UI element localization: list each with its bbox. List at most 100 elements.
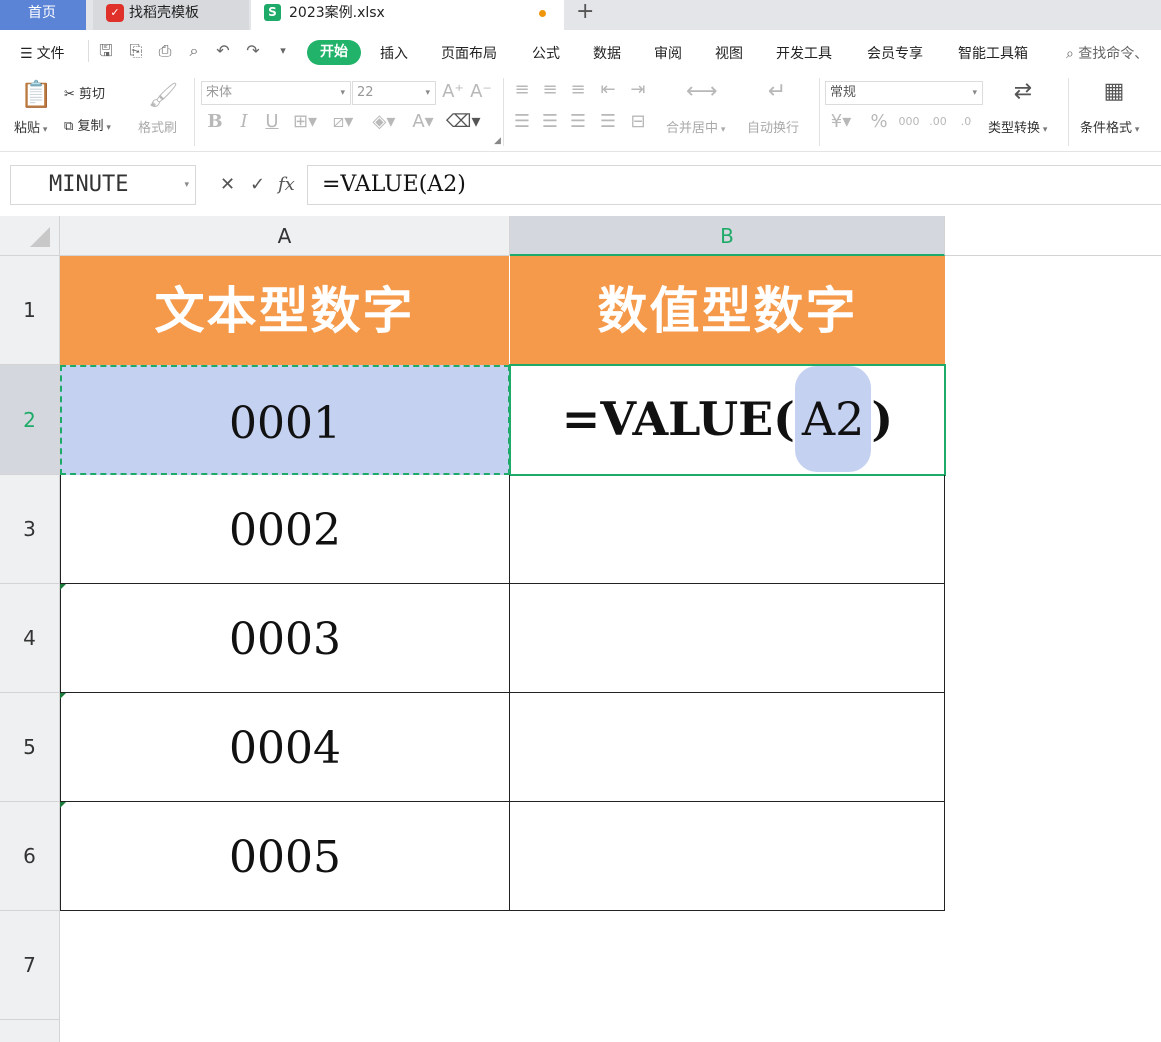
select-all-corner[interactable]: [0, 216, 60, 256]
font-dialog-launcher-icon[interactable]: ◢: [494, 136, 501, 146]
name-box[interactable]: MINUTE ▾: [10, 165, 196, 205]
column-header-a[interactable]: A: [60, 216, 510, 256]
thousands-icon[interactable]: 000: [896, 112, 922, 132]
menu-file[interactable]: ☰ 文件: [20, 43, 65, 63]
cell-a6[interactable]: 0005: [60, 802, 510, 911]
fill-color-icon[interactable]: ◈▾: [368, 112, 400, 132]
formula-prefix: =VALUE(: [561, 392, 795, 446]
decrease-indent-icon[interactable]: ⇤: [598, 80, 618, 100]
cancel-formula-icon[interactable]: ✕: [220, 174, 235, 195]
new-tab-button[interactable]: +: [576, 0, 594, 25]
increase-font-icon[interactable]: A⁺: [442, 82, 464, 102]
cell-a2[interactable]: 0001: [60, 365, 510, 475]
copy-button[interactable]: ⧉ 复制 ▾: [64, 115, 111, 134]
menu-insert[interactable]: 插入: [380, 43, 408, 63]
menu-formulas[interactable]: 公式: [532, 43, 560, 63]
align-top-icon[interactable]: ≡: [512, 80, 532, 100]
bold-icon[interactable]: B: [205, 112, 225, 132]
row-header-3[interactable]: 3: [0, 475, 60, 584]
tab-workbook[interactable]: S 2023案例.xlsx: [251, 0, 564, 30]
justify-icon[interactable]: ☰: [598, 112, 618, 132]
confirm-formula-icon[interactable]: ✓: [250, 174, 265, 195]
print-icon[interactable]: ⎙: [156, 42, 174, 60]
conditional-format-button[interactable]: 条件格式 ▾: [1080, 117, 1139, 136]
row-header-4[interactable]: 4: [0, 584, 60, 693]
format-painter-icon[interactable]: 🖌: [148, 80, 178, 110]
menu-developer[interactable]: 开发工具: [776, 43, 832, 63]
cut-button[interactable]: ✂ 剪切: [64, 83, 105, 102]
font-name-select[interactable]: 宋体 ▾: [201, 81, 351, 105]
cell-b1[interactable]: 数值型数字: [510, 256, 945, 365]
menu-smart-toolbox[interactable]: 智能工具箱: [958, 43, 1028, 63]
eraser-icon[interactable]: ⌫▾: [446, 112, 481, 132]
more-dropdown-icon[interactable]: ▾: [274, 42, 292, 60]
decrease-font-icon[interactable]: A⁻: [470, 82, 492, 102]
row-header-1[interactable]: 1: [0, 256, 60, 365]
menu-page-layout[interactable]: 页面布局: [441, 43, 497, 63]
undo-icon[interactable]: ↶: [214, 42, 232, 60]
currency-icon[interactable]: ¥▾: [830, 112, 852, 132]
paste-icon[interactable]: 📋: [20, 80, 52, 110]
underline-icon[interactable]: U: [262, 112, 282, 132]
text-number-indicator-icon[interactable]: [60, 584, 66, 590]
cell-a3[interactable]: 0002: [60, 475, 510, 584]
insert-function-icon[interactable]: fx: [278, 174, 295, 195]
conditional-format-icon[interactable]: ▦: [1100, 81, 1128, 103]
tab-template[interactable]: ✓ 找稻壳模板: [93, 0, 249, 30]
command-search[interactable]: ⌕ 查找命令、: [1066, 43, 1148, 63]
cell-a4[interactable]: 0003: [60, 584, 510, 693]
formula-input[interactable]: =VALUE(A2): [307, 165, 1161, 205]
cell-b2[interactable]: =VALUE(A2): [509, 364, 946, 476]
menu-member[interactable]: 会员专享: [867, 43, 923, 63]
borders-icon[interactable]: ⊞▾: [290, 112, 320, 132]
align-center-icon[interactable]: ☰: [540, 112, 560, 132]
menu-view[interactable]: 视图: [715, 43, 743, 63]
redo-icon[interactable]: ↷: [244, 42, 262, 60]
italic-icon[interactable]: I: [234, 112, 254, 132]
type-convert-icon[interactable]: ⇄: [1010, 81, 1036, 103]
row-header-2[interactable]: 2: [0, 365, 60, 475]
diagonal-border-icon[interactable]: ⧄▾: [328, 112, 358, 132]
row-header-5[interactable]: 5: [0, 693, 60, 802]
decrease-decimal-icon[interactable]: .0: [954, 112, 978, 132]
cell-reference-chip[interactable]: A2: [794, 366, 872, 472]
menu-data[interactable]: 数据: [593, 43, 621, 63]
column-header-b[interactable]: B: [510, 216, 945, 256]
row-header-7[interactable]: 7: [0, 911, 60, 1020]
font-color-icon[interactable]: A▾: [408, 112, 438, 132]
cell-b6[interactable]: [510, 802, 945, 911]
row-header-8[interactable]: [0, 1020, 60, 1042]
increase-decimal-icon[interactable]: .00: [926, 112, 950, 132]
align-middle-icon[interactable]: ≡: [540, 80, 560, 100]
paste-label: 粘贴: [14, 121, 41, 136]
save-icon[interactable]: 🖫: [97, 42, 115, 60]
cell-b3[interactable]: [510, 475, 945, 584]
cell-a5[interactable]: 0004: [60, 693, 510, 802]
percent-icon[interactable]: %: [868, 112, 890, 132]
row-header-6[interactable]: 6: [0, 802, 60, 911]
merge-center-button[interactable]: 合并居中 ▾: [666, 117, 725, 136]
menu-review[interactable]: 审阅: [654, 43, 682, 63]
merge-center-icon[interactable]: ⟷: [686, 81, 718, 103]
text-number-indicator-icon[interactable]: [60, 693, 66, 699]
type-convert-button[interactable]: 类型转换 ▾: [988, 117, 1047, 136]
number-format-select[interactable]: 常规 ▾: [825, 81, 983, 105]
paste-button[interactable]: 粘贴 ▾: [14, 117, 47, 136]
align-right-icon[interactable]: ☰: [568, 112, 588, 132]
align-bottom-icon[interactable]: ≡: [568, 80, 588, 100]
distributed-align-icon[interactable]: ⊟: [628, 112, 648, 132]
cell-b5[interactable]: [510, 693, 945, 802]
increase-indent-icon[interactable]: ⇥: [628, 80, 648, 100]
cell-b4[interactable]: [510, 584, 945, 693]
format-painter-label[interactable]: 格式刷: [138, 117, 177, 136]
menu-home-tab[interactable]: 开始: [307, 40, 361, 65]
cell-a1[interactable]: 文本型数字: [60, 256, 510, 365]
export-icon[interactable]: ⎘: [127, 42, 145, 60]
wrap-text-button[interactable]: 自动换行: [747, 117, 799, 136]
tab-home[interactable]: 首页: [0, 0, 86, 30]
text-number-indicator-icon[interactable]: [60, 802, 66, 808]
align-left-icon[interactable]: ☰: [512, 112, 532, 132]
wrap-text-icon[interactable]: ↵: [762, 81, 792, 103]
print-preview-icon[interactable]: ⌕: [185, 42, 203, 60]
font-size-select[interactable]: 22 ▾: [352, 81, 436, 105]
